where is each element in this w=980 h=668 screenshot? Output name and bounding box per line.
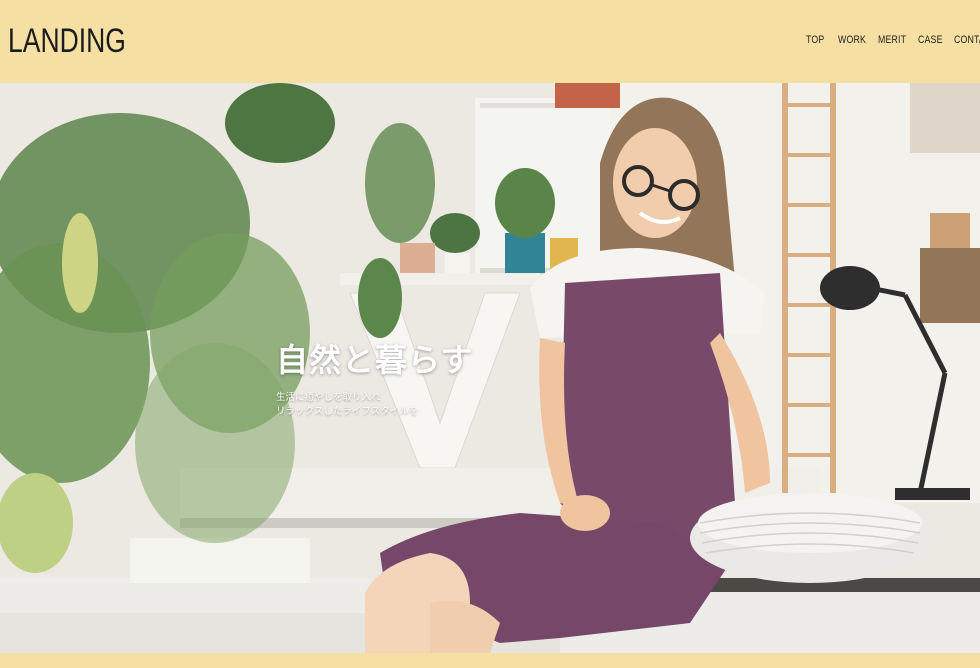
hero-image (0, 83, 980, 653)
nav-item-work[interactable]: WORK (838, 34, 866, 46)
bottom-bar (0, 653, 980, 668)
nav-item-merit[interactable]: MERIT (878, 34, 906, 46)
nav-item-case[interactable]: CASE (918, 34, 943, 46)
site-header: LANDING TOP WORK MERIT CASE CONTA (0, 0, 980, 83)
hero-section: 自然と暮らす 生活に癒やしを取り入れ リラックスしたライフスタイルを (0, 83, 980, 653)
nav-item-top[interactable]: TOP (806, 34, 824, 46)
hero-subtitle-line-1: 生活に癒やしを取り入れ (276, 392, 381, 403)
hero-subtitle: 生活に癒やしを取り入れ リラックスしたライフスタイルを (276, 391, 473, 419)
nav-item-contact[interactable]: CONTA (954, 34, 980, 46)
site-logo[interactable]: LANDING (8, 22, 126, 61)
hero-title: 自然と暮らす (276, 341, 474, 379)
hero-text-block: 自然と暮らす 生活に癒やしを取り入れ リラックスしたライフスタイルを (276, 335, 473, 419)
hero-subtitle-line-2: リラックスしたライフスタイルを (276, 406, 419, 417)
